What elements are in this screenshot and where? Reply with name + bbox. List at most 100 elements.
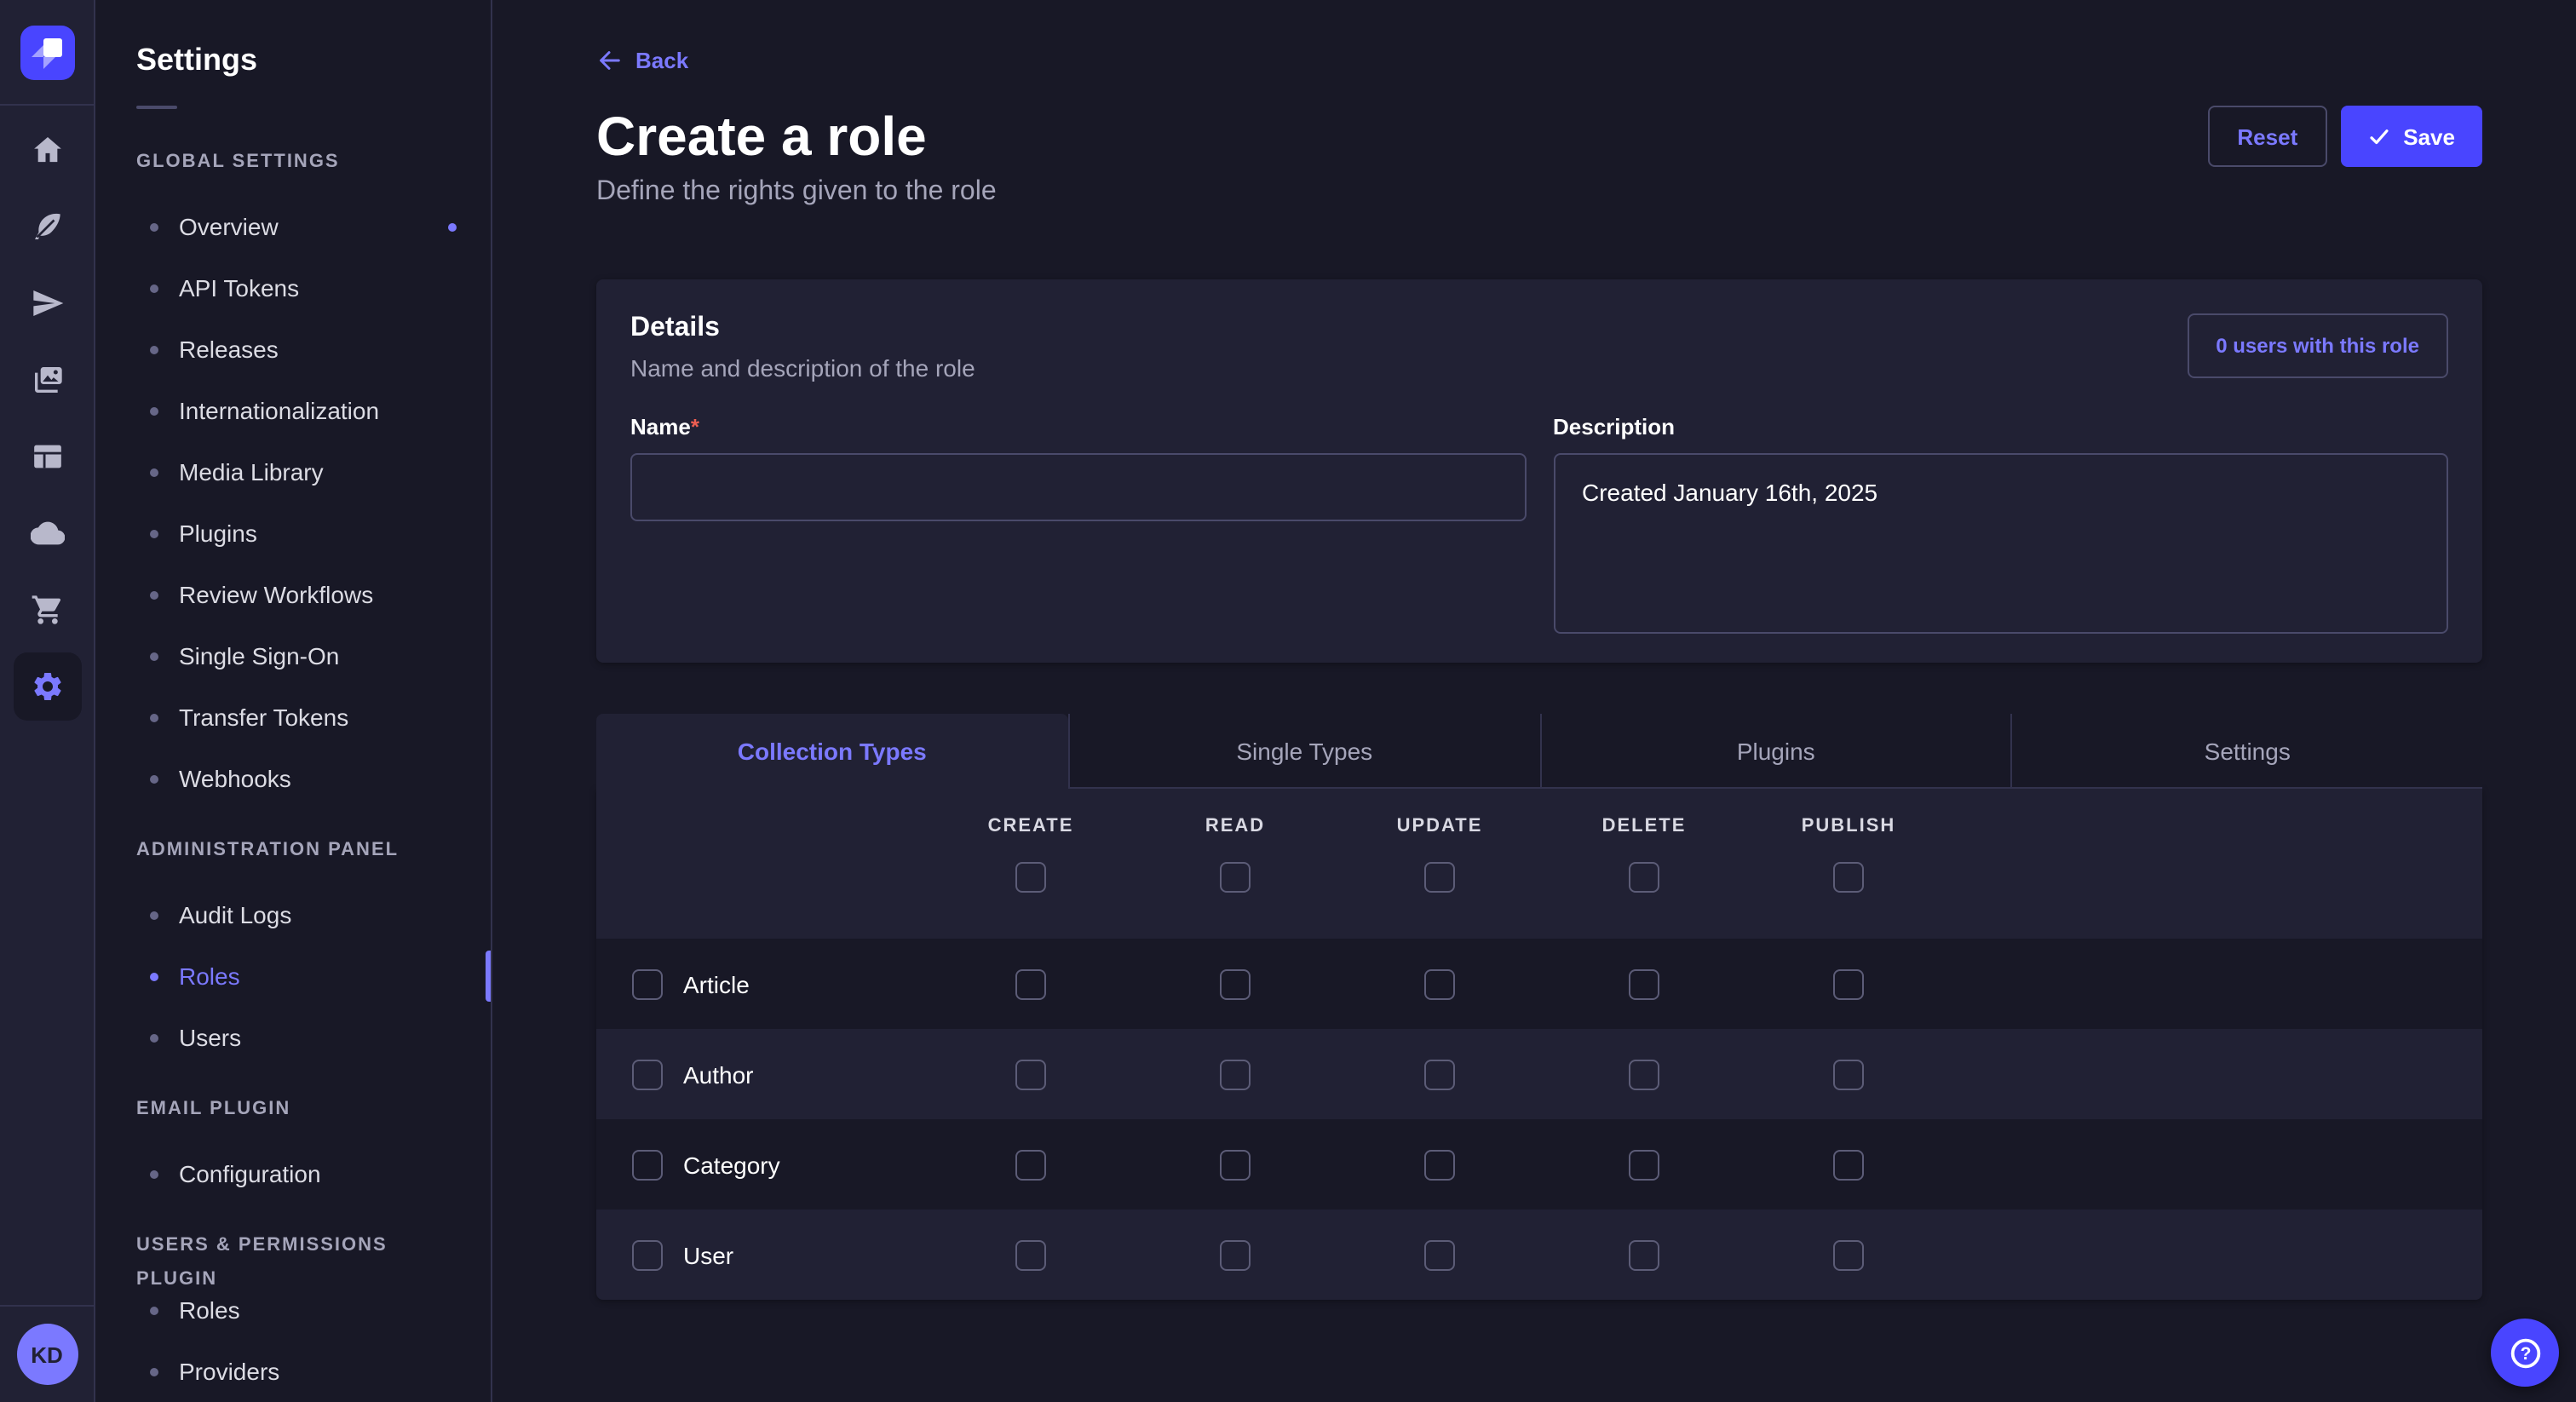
sidebar-item-providers[interactable]: Providers [95,1341,491,1402]
sidebar-item-api-tokens[interactable]: API Tokens [95,257,491,319]
row-select-category-checkbox[interactable] [632,1149,663,1180]
details-heading-block: Details Name and description of the role [630,313,975,382]
subnav-section-label: ADMINISTRATION PANEL [95,833,491,867]
rail-item-send[interactable] [13,269,81,337]
checkbox-author-publish[interactable] [1833,1059,1864,1089]
permission-cell [1542,968,1746,999]
checkbox-author-delete[interactable] [1629,1059,1659,1089]
bullet-icon [150,972,158,980]
checkbox-article-delete[interactable] [1629,968,1659,999]
checkbox-author-read[interactable] [1220,1059,1251,1089]
subnav-section-label: EMAIL PLUGIN [95,1092,491,1126]
rail-item-layout[interactable] [13,422,81,491]
rail-item-settings[interactable] [13,652,81,721]
sidebar-item-label: Roles [179,1296,240,1324]
sidebar-item-plugins[interactable]: Plugins [95,503,491,564]
sidebar-item-single-sign-on[interactable]: Single Sign-On [95,625,491,687]
feather-icon [30,210,64,244]
page-title: Create a role [596,102,927,170]
checkbox-article-create[interactable] [1015,968,1046,999]
avatar[interactable]: KD [16,1324,78,1385]
checkbox-user-read[interactable] [1220,1239,1251,1270]
checkbox-user-create[interactable] [1015,1239,1046,1270]
checkbox-author-create[interactable] [1015,1059,1046,1089]
rail-item-home[interactable] [13,116,81,184]
row-label: Article [683,970,750,997]
settings-icon [30,669,64,704]
checkbox-category-create[interactable] [1015,1149,1046,1180]
sidebar-item-transfer-tokens[interactable]: Transfer Tokens [95,687,491,748]
header-spacer-cell [596,814,929,893]
sidebar-item-roles[interactable]: Roles [95,945,491,1007]
tab-settings[interactable]: Settings [2011,714,2483,789]
sidebar-item-audit-logs[interactable]: Audit Logs [95,884,491,945]
help-button[interactable]: ? [2491,1319,2559,1387]
bullet-icon [150,774,158,783]
sidebar-item-roles[interactable]: Roles [95,1279,491,1341]
sidebar-item-internationalization[interactable]: Internationalization [95,380,491,441]
subnav-section-items: Audit LogsRolesUsers [95,884,491,1068]
checkbox-user-delete[interactable] [1629,1239,1659,1270]
rail-item-media[interactable] [13,346,81,414]
row-select-user-checkbox[interactable] [632,1239,663,1270]
strapi-logo[interactable] [20,25,74,79]
sidebar-item-webhooks[interactable]: Webhooks [95,748,491,809]
column-label: READ [1205,814,1265,838]
permission-column-read: READ [1133,814,1337,893]
users-with-role-button[interactable]: 0 users with this role [2187,313,2448,378]
tab-plugins[interactable]: Plugins [1539,714,2011,789]
sidebar-item-configuration[interactable]: Configuration [95,1143,491,1204]
permission-cell [1746,1239,1951,1270]
rail-item-cloud[interactable] [13,499,81,567]
bullet-icon [150,284,158,292]
checkbox-category-publish[interactable] [1833,1149,1864,1180]
rail-items [0,106,94,1305]
select-all-delete-checkbox[interactable] [1629,862,1659,893]
select-all-publish-checkbox[interactable] [1833,862,1864,893]
checkbox-author-update[interactable] [1424,1059,1455,1089]
select-all-read-checkbox[interactable] [1220,862,1251,893]
select-all-update-checkbox[interactable] [1424,862,1455,893]
row-select-author-checkbox[interactable] [632,1059,663,1089]
subnav-section-items: Roles Providers [95,1279,491,1402]
checkbox-article-publish[interactable] [1833,968,1864,999]
subnav-section-administration-panel: ADMINISTRATION PANEL Audit LogsRolesUsers [95,833,491,1068]
permission-cell [1133,1239,1337,1270]
checkbox-category-read[interactable] [1220,1149,1251,1180]
tab-single-types[interactable]: Single Types [1068,714,1540,789]
column-label: DELETE [1602,814,1687,838]
sidebar-item-users[interactable]: Users [95,1007,491,1068]
description-textarea[interactable]: Created January 16th, 2025 [1553,453,2448,634]
checkbox-article-update[interactable] [1424,968,1455,999]
checkbox-category-delete[interactable] [1629,1149,1659,1180]
checkbox-user-publish[interactable] [1833,1239,1864,1270]
row-header-cell: Category [596,1149,929,1180]
back-link[interactable]: Back [596,48,688,73]
bullet-icon [150,652,158,660]
rail-item-feather[interactable] [13,192,81,261]
name-input[interactable] [630,453,1526,521]
name-field-group: Name* [630,412,1526,521]
checkbox-user-update[interactable] [1424,1239,1455,1270]
checkbox-category-update[interactable] [1424,1149,1455,1180]
rail-item-cart[interactable] [13,576,81,644]
tab-collection-types[interactable]: Collection Types [596,714,1068,789]
save-button[interactable]: Save [2340,106,2482,167]
table-row-category: Category [596,1119,2482,1210]
checkbox-article-read[interactable] [1220,968,1251,999]
select-all-create-checkbox[interactable] [1015,862,1046,893]
sidebar-item-review-workflows[interactable]: Review Workflows [95,564,491,625]
sidebar-item-releases[interactable]: Releases [95,319,491,380]
settings-subnav: Settings GLOBAL SETTINGSOverviewAPI Toke… [95,0,492,1402]
sidebar-item-overview[interactable]: Overview [95,196,491,257]
sidebar-item-label: Review Workflows [179,581,373,608]
sidebar-item-media-library[interactable]: Media Library [95,441,491,503]
subnav-section-email-plugin: EMAIL PLUGIN Configuration [95,1092,491,1204]
row-select-article-checkbox[interactable] [632,968,663,999]
subnav-section-items: OverviewAPI TokensReleasesInternationali… [95,196,491,809]
layout-icon [30,440,64,474]
sidebar-item-label: Plugins [179,520,257,547]
permissions-tabs: Collection TypesSingle TypesPluginsSetti… [596,714,2482,789]
bullet-icon [150,529,158,537]
reset-button[interactable]: Reset [2208,106,2326,167]
